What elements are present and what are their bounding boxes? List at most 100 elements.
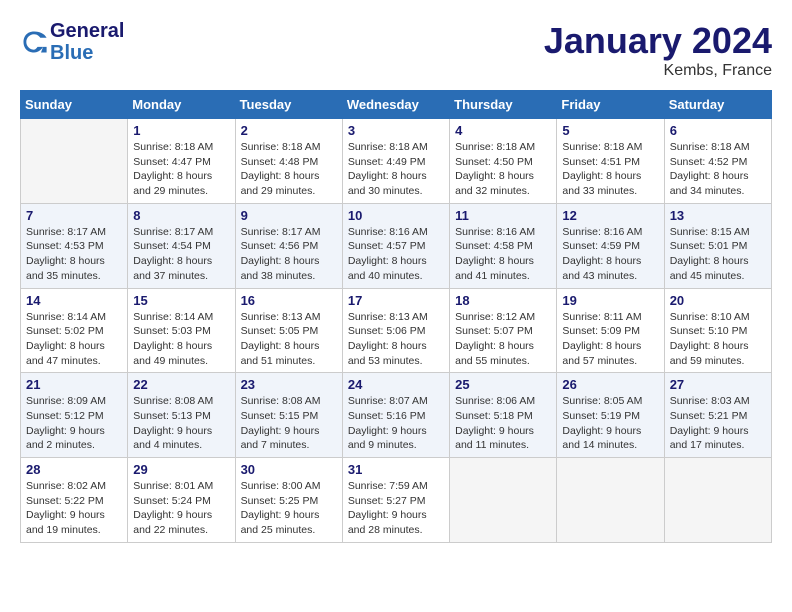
day-number: 17 xyxy=(348,293,444,308)
day-info: Sunrise: 8:00 AMSunset: 5:25 PMDaylight:… xyxy=(241,479,337,538)
month-title: January 2024 xyxy=(544,20,772,62)
day-info: Sunrise: 8:13 AMSunset: 5:05 PMDaylight:… xyxy=(241,310,337,369)
day-info: Sunrise: 8:17 AMSunset: 4:54 PMDaylight:… xyxy=(133,225,229,284)
day-info: Sunrise: 8:18 AMSunset: 4:48 PMDaylight:… xyxy=(241,140,337,199)
day-info: Sunrise: 8:08 AMSunset: 5:13 PMDaylight:… xyxy=(133,394,229,453)
calendar-cell: 16 Sunrise: 8:13 AMSunset: 5:05 PMDayligh… xyxy=(235,288,342,373)
day-info: Sunrise: 8:03 AMSunset: 5:21 PMDaylight:… xyxy=(670,394,766,453)
day-info: Sunrise: 8:16 AMSunset: 4:58 PMDaylight:… xyxy=(455,225,551,284)
weekday-header-row: SundayMondayTuesdayWednesdayThursdayFrid… xyxy=(21,91,772,119)
day-number: 31 xyxy=(348,462,444,477)
title-block: January 2024 Kembs, France xyxy=(544,20,772,80)
day-number: 26 xyxy=(562,377,658,392)
day-number: 30 xyxy=(241,462,337,477)
calendar-week-row: 28Sunrise: 8:02 AMSunset: 5:22 PMDayligh… xyxy=(21,458,772,543)
calendar-cell: 8 Sunrise: 8:17 AMSunset: 4:54 PMDaylight… xyxy=(128,203,235,288)
weekday-header-thursday: Thursday xyxy=(450,91,557,119)
calendar-cell: 30 Sunrise: 8:00 AMSunset: 5:25 PMDayligh… xyxy=(235,458,342,543)
day-number: 12 xyxy=(562,208,658,223)
day-info: Sunrise: 8:06 AMSunset: 5:18 PMDaylight:… xyxy=(455,394,551,453)
calendar-cell xyxy=(557,458,664,543)
weekday-header-friday: Friday xyxy=(557,91,664,119)
day-info: Sunrise: 8:16 AMSunset: 4:59 PMDaylight:… xyxy=(562,225,658,284)
calendar-cell: 15 Sunrise: 8:14 AMSunset: 5:03 PMDayligh… xyxy=(128,288,235,373)
calendar-cell: 23 Sunrise: 8:08 AMSunset: 5:15 PMDayligh… xyxy=(235,373,342,458)
day-number: 11 xyxy=(455,208,551,223)
calendar-cell: 17 Sunrise: 8:13 AMSunset: 5:06 PMDayligh… xyxy=(342,288,449,373)
day-info: Sunrise: 8:07 AMSunset: 5:16 PMDaylight:… xyxy=(348,394,444,453)
calendar-cell: 28Sunrise: 8:02 AMSunset: 5:22 PMDayligh… xyxy=(21,458,128,543)
day-info: Sunrise: 8:15 AMSunset: 5:01 PMDaylight:… xyxy=(670,225,766,284)
day-number: 18 xyxy=(455,293,551,308)
day-number: 14 xyxy=(26,293,122,308)
day-number: 3 xyxy=(348,123,444,138)
day-info: Sunrise: 8:18 AMSunset: 4:51 PMDaylight:… xyxy=(562,140,658,199)
calendar-cell: 29 Sunrise: 8:01 AMSunset: 5:24 PMDayligh… xyxy=(128,458,235,543)
day-info: Sunrise: 8:10 AMSunset: 5:10 PMDaylight:… xyxy=(670,310,766,369)
day-number: 25 xyxy=(455,377,551,392)
day-number: 21 xyxy=(26,377,122,392)
day-info: Sunrise: 8:12 AMSunset: 5:07 PMDaylight:… xyxy=(455,310,551,369)
calendar-cell xyxy=(664,458,771,543)
day-number: 8 xyxy=(133,208,229,223)
day-info: Sunrise: 8:16 AMSunset: 4:57 PMDaylight:… xyxy=(348,225,444,284)
calendar-cell: 9 Sunrise: 8:17 AMSunset: 4:56 PMDaylight… xyxy=(235,203,342,288)
day-number: 10 xyxy=(348,208,444,223)
calendar-cell: 4Sunrise: 8:18 AMSunset: 4:50 PMDaylight… xyxy=(450,119,557,204)
calendar-cell: 1 Sunrise: 8:18 AMSunset: 4:47 PMDaylight… xyxy=(128,119,235,204)
day-number: 23 xyxy=(241,377,337,392)
day-number: 5 xyxy=(562,123,658,138)
day-info: Sunrise: 8:02 AMSunset: 5:22 PMDaylight:… xyxy=(26,479,122,538)
weekday-header-sunday: Sunday xyxy=(21,91,128,119)
calendar-cell: 10 Sunrise: 8:16 AMSunset: 4:57 PMDayligh… xyxy=(342,203,449,288)
calendar-cell: 12 Sunrise: 8:16 AMSunset: 4:59 PMDayligh… xyxy=(557,203,664,288)
calendar-cell: 20Sunrise: 8:10 AMSunset: 5:10 PMDayligh… xyxy=(664,288,771,373)
calendar-cell: 26Sunrise: 8:05 AMSunset: 5:19 PMDayligh… xyxy=(557,373,664,458)
day-number: 27 xyxy=(670,377,766,392)
logo-icon xyxy=(20,28,48,56)
day-info: Sunrise: 8:18 AMSunset: 4:50 PMDaylight:… xyxy=(455,140,551,199)
day-number: 1 xyxy=(133,123,229,138)
day-info: Sunrise: 8:13 AMSunset: 5:06 PMDaylight:… xyxy=(348,310,444,369)
calendar-cell: 11 Sunrise: 8:16 AMSunset: 4:58 PMDayligh… xyxy=(450,203,557,288)
day-info: Sunrise: 8:09 AMSunset: 5:12 PMDaylight:… xyxy=(26,394,122,453)
calendar-cell: 31 Sunrise: 7:59 AMSunset: 5:27 PMDayligh… xyxy=(342,458,449,543)
calendar-cell: 3 Sunrise: 8:18 AMSunset: 4:49 PMDaylight… xyxy=(342,119,449,204)
day-info: Sunrise: 8:17 AMSunset: 4:56 PMDaylight:… xyxy=(241,225,337,284)
day-info: Sunrise: 7:59 AMSunset: 5:27 PMDaylight:… xyxy=(348,479,444,538)
day-number: 13 xyxy=(670,208,766,223)
day-number: 9 xyxy=(241,208,337,223)
calendar-cell: 25 Sunrise: 8:06 AMSunset: 5:18 PMDayligh… xyxy=(450,373,557,458)
calendar-cell: 7Sunrise: 8:17 AMSunset: 4:53 PMDaylight… xyxy=(21,203,128,288)
day-number: 2 xyxy=(241,123,337,138)
calendar-week-row: 14Sunrise: 8:14 AMSunset: 5:02 PMDayligh… xyxy=(21,288,772,373)
day-info: Sunrise: 8:18 AMSunset: 4:52 PMDaylight:… xyxy=(670,140,766,199)
calendar-cell: 2 Sunrise: 8:18 AMSunset: 4:48 PMDaylight… xyxy=(235,119,342,204)
calendar-cell: 19 Sunrise: 8:11 AMSunset: 5:09 PMDayligh… xyxy=(557,288,664,373)
day-number: 29 xyxy=(133,462,229,477)
logo: General Blue xyxy=(20,20,124,64)
calendar-cell xyxy=(21,119,128,204)
day-info: Sunrise: 8:01 AMSunset: 5:24 PMDaylight:… xyxy=(133,479,229,538)
calendar-cell: 5 Sunrise: 8:18 AMSunset: 4:51 PMDaylight… xyxy=(557,119,664,204)
calendar-cell: 24 Sunrise: 8:07 AMSunset: 5:16 PMDayligh… xyxy=(342,373,449,458)
day-info: Sunrise: 8:11 AMSunset: 5:09 PMDaylight:… xyxy=(562,310,658,369)
calendar-table: SundayMondayTuesdayWednesdayThursdayFrid… xyxy=(20,90,772,543)
day-number: 24 xyxy=(348,377,444,392)
weekday-header-tuesday: Tuesday xyxy=(235,91,342,119)
calendar-cell: 27 Sunrise: 8:03 AMSunset: 5:21 PMDayligh… xyxy=(664,373,771,458)
day-number: 6 xyxy=(670,123,766,138)
weekday-header-monday: Monday xyxy=(128,91,235,119)
day-info: Sunrise: 8:18 AMSunset: 4:47 PMDaylight:… xyxy=(133,140,229,199)
day-number: 19 xyxy=(562,293,658,308)
calendar-cell xyxy=(450,458,557,543)
day-info: Sunrise: 8:08 AMSunset: 5:15 PMDaylight:… xyxy=(241,394,337,453)
logo-text: General Blue xyxy=(50,20,124,64)
day-number: 15 xyxy=(133,293,229,308)
calendar-cell: 6 Sunrise: 8:18 AMSunset: 4:52 PMDaylight… xyxy=(664,119,771,204)
day-number: 16 xyxy=(241,293,337,308)
weekday-header-saturday: Saturday xyxy=(664,91,771,119)
day-number: 22 xyxy=(133,377,229,392)
day-info: Sunrise: 8:18 AMSunset: 4:49 PMDaylight:… xyxy=(348,140,444,199)
day-info: Sunrise: 8:14 AMSunset: 5:03 PMDaylight:… xyxy=(133,310,229,369)
